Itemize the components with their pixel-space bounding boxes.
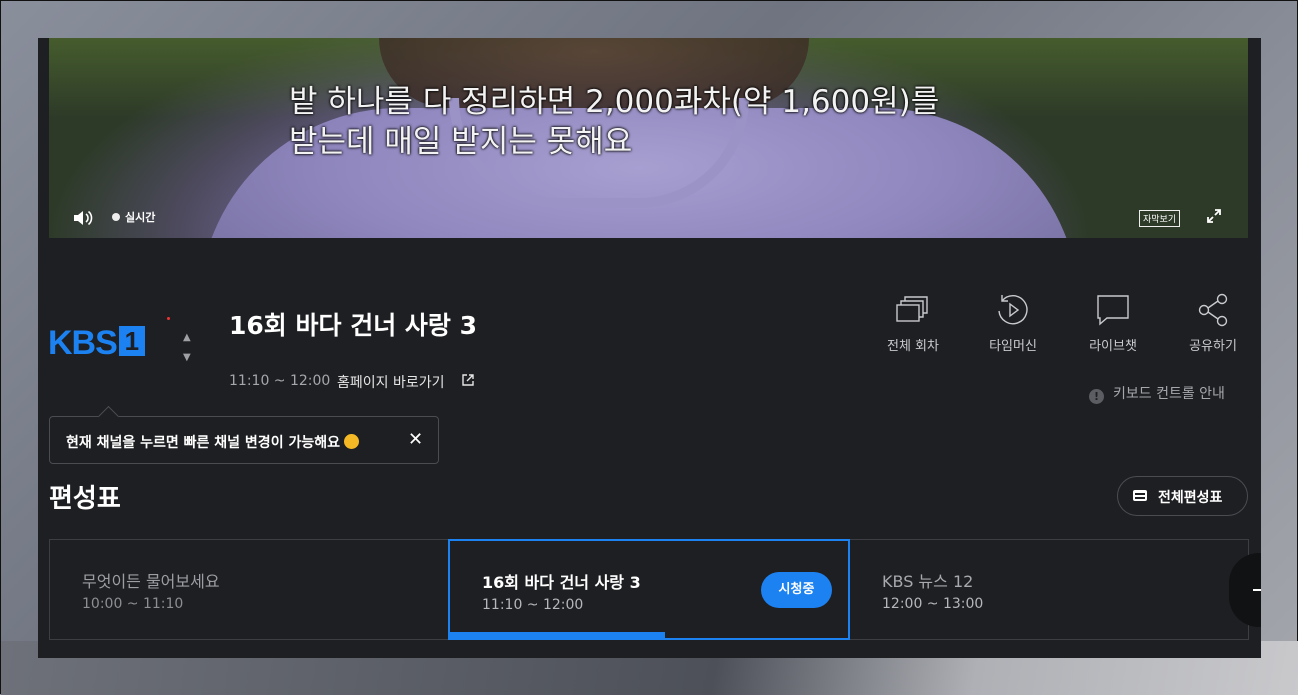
full-schedule-button[interactable]: 전체편성표 bbox=[1117, 476, 1248, 516]
share-button[interactable]: 공유하기 bbox=[1178, 293, 1248, 354]
schedule-item-title: 무엇이든 물어보세요 bbox=[82, 572, 220, 591]
keyboard-guide-link[interactable]: ! 키보드 컨트롤 안내 bbox=[1089, 383, 1225, 404]
smile-emoji-icon bbox=[343, 434, 359, 449]
live-dot-icon bbox=[112, 213, 120, 221]
schedule-item-time: 11:10 ~ 12:00 bbox=[482, 597, 584, 613]
schedule-item-current[interactable]: 16회 바다 건너 사랑 3 11:10 ~ 12:00 시청중 bbox=[448, 539, 850, 640]
schedule-title: 편성표 bbox=[49, 484, 121, 514]
tooltip-arrow bbox=[97, 405, 120, 428]
time-machine-button[interactable]: 타임머신 bbox=[978, 293, 1048, 354]
live-player-panel: 밭 하나를 다 정리하면 2,000콰차(약 1,600원)를 받는데 매일 받… bbox=[38, 38, 1261, 658]
subtitle-line-1: 밭 하나를 다 정리하면 2,000콰차(약 1,600원)를 bbox=[289, 84, 940, 120]
schedule-item-time: 12:00 ~ 13:00 bbox=[882, 596, 984, 612]
action-label: 공유하기 bbox=[1189, 339, 1237, 354]
video-controls: 실시간 자막보기 bbox=[49, 198, 1248, 238]
volume-icon[interactable] bbox=[71, 207, 93, 229]
tooltip-text: 현재 채널을 누르면 빠른 채널 변경이 가능해요 bbox=[66, 435, 340, 451]
fullscreen-icon[interactable] bbox=[1205, 207, 1223, 225]
program-time: 11:10 ~ 12:00 bbox=[229, 373, 331, 389]
action-label: 라이브챗 bbox=[1089, 339, 1137, 354]
external-link-icon[interactable] bbox=[462, 374, 474, 386]
schedule-item[interactable]: 무엇이든 물어보세요 10:00 ~ 11:10 bbox=[50, 540, 450, 639]
program-title: 16회 바다 건너 사랑 3 bbox=[229, 311, 478, 340]
channel-tip-tooltip: 현재 채널을 누르면 빠른 채널 변경이 가능해요 ✕ bbox=[49, 405, 439, 464]
watching-badge: 시청중 bbox=[761, 572, 832, 608]
live-chat-button[interactable]: 라이브챗 bbox=[1078, 293, 1148, 354]
channel-switcher[interactable]: ▲ ▼ bbox=[183, 328, 191, 368]
channel-up-icon[interactable]: ▲ bbox=[183, 328, 191, 348]
live-label: 실시간 bbox=[125, 211, 156, 224]
logo-dot bbox=[167, 317, 170, 320]
schedule-icon bbox=[1133, 490, 1147, 501]
episodes-icon bbox=[896, 296, 928, 322]
schedule-list: 무엇이든 물어보세요 10:00 ~ 11:10 16회 바다 건너 사랑 3 … bbox=[49, 539, 1249, 640]
schedule-item-time: 10:00 ~ 11:10 bbox=[82, 596, 184, 612]
action-label: 전체 회차 bbox=[887, 339, 939, 354]
channel-down-icon[interactable]: ▼ bbox=[183, 348, 191, 368]
channel-logo-text: KBS bbox=[48, 324, 118, 362]
schedule-item-title: KBS 뉴스 12 bbox=[882, 572, 974, 591]
keyboard-guide-label: 키보드 컨트롤 안내 bbox=[1113, 386, 1225, 402]
subtitle-line-2: 받는데 매일 받지는 못해요 bbox=[289, 124, 633, 160]
all-episodes-button[interactable]: 전체 회차 bbox=[878, 293, 948, 354]
channel-logo[interactable]: KBS 1 bbox=[48, 324, 145, 363]
timemachine-icon bbox=[998, 295, 1028, 325]
schedule-item-title: 16회 바다 건너 사랑 3 bbox=[482, 573, 641, 592]
homepage-link[interactable]: 홈페이지 바로가기 bbox=[337, 372, 445, 392]
program-progress-bar bbox=[450, 632, 665, 638]
share-icon bbox=[1198, 293, 1228, 327]
full-schedule-label: 전체편성표 bbox=[1158, 490, 1223, 506]
chat-icon bbox=[1097, 295, 1129, 326]
info-icon: ! bbox=[1089, 389, 1104, 404]
schedule-item[interactable]: KBS 뉴스 12 12:00 ~ 13:00 bbox=[850, 540, 1250, 639]
tooltip-message: 현재 채널을 누르면 빠른 채널 변경이 가능해요 bbox=[66, 432, 359, 452]
close-icon[interactable]: ✕ bbox=[408, 429, 423, 450]
subtitles-button[interactable]: 자막보기 bbox=[1139, 210, 1181, 227]
channel-logo-number: 1 bbox=[118, 326, 145, 356]
video-subtitle: 밭 하나를 다 정리하면 2,000콰차(약 1,600원)를 받는데 매일 받… bbox=[289, 82, 939, 162]
video-player[interactable]: 밭 하나를 다 정리하면 2,000콰차(약 1,600원)를 받는데 매일 받… bbox=[49, 38, 1248, 238]
action-label: 타임머신 bbox=[989, 339, 1037, 354]
